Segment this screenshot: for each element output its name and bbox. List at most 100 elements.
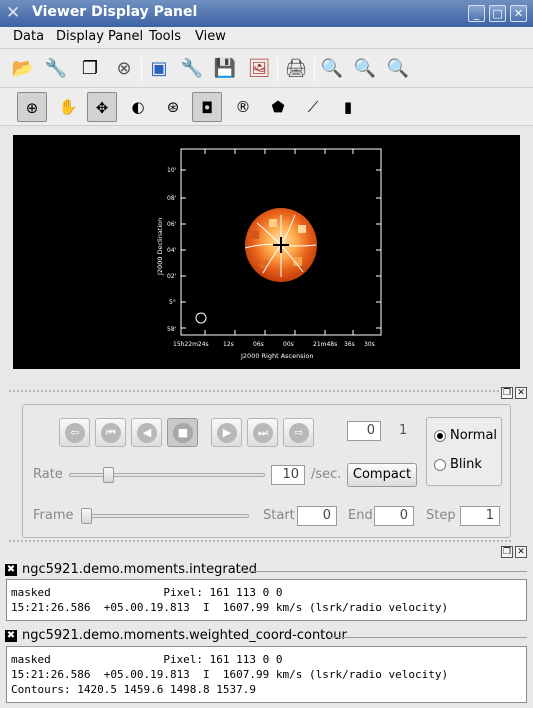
x-tick-label: 06s: [253, 341, 264, 348]
radio-image: 10' 08' 06' 04' 02' 5° 58' 15h22m24s 12s…: [156, 148, 382, 360]
unload-icon[interactable]: ⊗: [110, 55, 138, 83]
close-button[interactable]: ✕: [510, 5, 527, 22]
position-panel-header: ✖ ngc5921.demo.moments.integrated: [4, 562, 529, 579]
save-icon[interactable]: 💾: [211, 55, 239, 83]
panel-image-name: ngc5921.demo.moments.weighted_coord-cont…: [22, 628, 347, 643]
new-panel-icon[interactable]: ▣: [145, 55, 173, 83]
rate-slider-thumb[interactable]: [103, 467, 114, 483]
ruler-icon[interactable]: ▮: [333, 92, 363, 122]
normal-mode-label: Normal: [450, 428, 498, 443]
menu-tools[interactable]: Tools: [149, 29, 181, 44]
compact-button[interactable]: Compact: [347, 463, 417, 487]
to-start-button[interactable]: ⏮: [95, 418, 126, 447]
rewind-icon: ⇦: [65, 423, 85, 443]
pan-hand-icon[interactable]: ✋: [53, 92, 83, 122]
separator: [314, 58, 315, 82]
y-axis-label: J2000 Declination: [156, 218, 164, 276]
y-tick-label: 5°: [169, 299, 176, 306]
x-tick-label: 30s: [364, 341, 375, 348]
readout-line: 15:21:26.586 +05.00.19.813 I 1607.99 km/…: [11, 668, 449, 681]
dock-grip[interactable]: [8, 389, 513, 393]
animation-mode-group: Normal Blink: [426, 417, 502, 486]
undock-icon[interactable]: ❐: [501, 546, 513, 558]
open-folder-icon[interactable]: 📂: [9, 55, 37, 83]
frame-slider[interactable]: [83, 514, 249, 518]
zoom-tool-icon[interactable]: ⊕: [17, 92, 47, 122]
zoom-out-icon[interactable]: 🔍: [384, 55, 412, 83]
play-button[interactable]: ▶: [211, 418, 242, 447]
x-tick-label: 15h22m24s: [173, 341, 209, 348]
rate-unit-label: /sec.: [311, 467, 342, 482]
to-start-icon: ⏮: [101, 423, 121, 443]
readout-line: Contours: 1420.5 1459.6 1498.8 1537.9: [11, 683, 257, 696]
contrast-tool-icon[interactable]: ◐: [123, 92, 153, 122]
step-back-button[interactable]: ◀: [131, 418, 162, 447]
crosshair-move-icon[interactable]: ✥: [87, 92, 117, 122]
data-manager-icon[interactable]: 🔧: [42, 55, 70, 83]
fast-forward-button[interactable]: ⇨: [283, 418, 314, 447]
readout-line: 15:21:26.586 +05.00.19.813 I 1607.99 km/…: [11, 601, 449, 614]
animator-panel: ⇦ ⏮ ◀ ■ ▶ ⏭ ⇨ 0 1 Normal Blink Rate 10 /…: [22, 404, 511, 538]
export-image-icon[interactable]: 🖼: [245, 55, 273, 83]
y-tick-label: 02': [167, 273, 177, 280]
image-display-canvas[interactable]: 10' 08' 06' 04' 02' 5° 58' 15h22m24s 12s…: [13, 135, 520, 369]
divider: [240, 571, 527, 572]
close-panel-icon[interactable]: ✖: [5, 564, 17, 576]
x-axis-label: J2000 Right Ascension: [240, 352, 314, 360]
colormap-tool-icon[interactable]: ⊛: [158, 92, 188, 122]
zoom-in-icon[interactable]: 🔍: [351, 55, 379, 83]
minimize-button[interactable]: _: [468, 5, 485, 22]
rectangle-region-icon[interactable]: ◘: [192, 92, 222, 122]
rewind-button[interactable]: ⇦: [59, 418, 90, 447]
blink-mode-radio[interactable]: [434, 459, 446, 471]
readout-line: masked Pixel: 161 113 0 0: [11, 586, 283, 599]
ellipse-region-icon[interactable]: ®: [228, 92, 258, 122]
step-back-icon: ◀: [137, 423, 157, 443]
menu-bar: Data Display Panel Tools View: [0, 27, 533, 49]
maximize-button[interactable]: □: [489, 5, 506, 22]
close-dock-icon[interactable]: ✕: [515, 387, 527, 399]
fast-forward-icon: ⇨: [289, 423, 309, 443]
print-icon[interactable]: 🖨: [282, 55, 310, 83]
end-label: End: [348, 508, 373, 523]
frame-slider-thumb[interactable]: [81, 508, 92, 524]
position-panel-header: ✖ ngc5921.demo.moments.weighted_coord-co…: [4, 628, 529, 645]
menu-view[interactable]: View: [195, 29, 226, 44]
main-toolbar: 📂 🔧 ❐ ⊗ ▣ 🔧 💾 🖼 🖨 🔍 🔍 🔍: [0, 50, 533, 88]
x-tick-label: 12s: [223, 341, 234, 348]
panel-image-name: ngc5921.demo.moments.integrated: [22, 562, 258, 577]
blink-mode-label: Blink: [450, 457, 482, 472]
close-panel-icon[interactable]: ✖: [5, 630, 17, 642]
y-tick-label: 04': [167, 247, 177, 254]
polyline-icon[interactable]: ⟋: [298, 92, 328, 122]
end-field[interactable]: 0: [374, 506, 414, 526]
start-label: Start: [263, 508, 295, 523]
polygon-region-icon[interactable]: ⬟: [263, 92, 293, 122]
y-tick-label: 08': [167, 195, 177, 202]
dock-grip[interactable]: [8, 539, 513, 543]
zoom-fit-icon[interactable]: 🔍: [318, 55, 346, 83]
panel-options-icon[interactable]: 🔧: [178, 55, 206, 83]
rate-slider[interactable]: [69, 473, 265, 477]
undock-icon[interactable]: ❐: [501, 387, 513, 399]
to-end-button[interactable]: ⏭: [247, 418, 278, 447]
start-field[interactable]: 0: [297, 506, 337, 526]
x-tick-label: 00s: [283, 341, 294, 348]
stop-icon: ■: [173, 423, 193, 443]
rate-field[interactable]: 10: [271, 465, 305, 485]
frame-number-field[interactable]: 0: [347, 421, 381, 441]
divider: [329, 637, 527, 638]
galaxy-emission: [244, 208, 317, 282]
rate-label: Rate: [33, 467, 63, 482]
y-tick-label: 58': [167, 326, 177, 333]
y-tick-label: 06': [167, 221, 177, 228]
step-field[interactable]: 1: [460, 506, 500, 526]
adjust-icon[interactable]: ❐: [76, 55, 104, 83]
menu-display-panel[interactable]: Display Panel: [56, 29, 143, 44]
separator: [277, 58, 278, 82]
separator: [141, 58, 142, 82]
stop-button[interactable]: ■: [167, 418, 198, 447]
close-dock-icon[interactable]: ✕: [515, 546, 527, 558]
normal-mode-radio[interactable]: [434, 430, 446, 442]
menu-data[interactable]: Data: [13, 29, 44, 44]
